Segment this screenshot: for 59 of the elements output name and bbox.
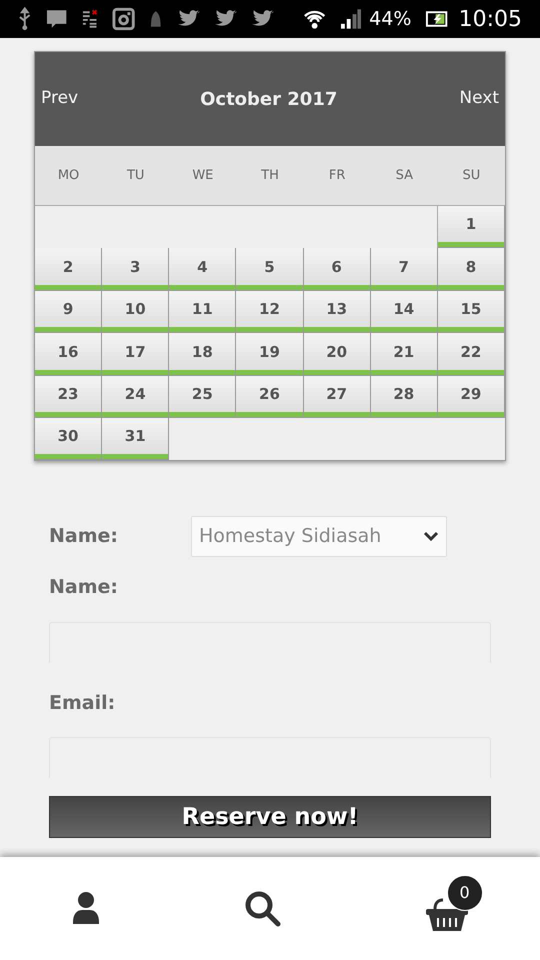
search-icon[interactable] [244, 890, 282, 928]
day-cell[interactable]: 4 [169, 248, 236, 291]
day-cell[interactable]: 15 [438, 290, 505, 334]
day-cell[interactable]: 17 [102, 333, 170, 376]
clock-time: 10:05 [458, 6, 522, 34]
reserve-button[interactable]: Reserve now! [49, 796, 491, 838]
day-cell[interactable]: 31 [102, 418, 170, 460]
day-cell[interactable]: 13 [304, 290, 371, 334]
signal-icon [340, 9, 362, 29]
user-icon[interactable] [71, 892, 102, 926]
day-cell[interactable]: 29 [438, 376, 505, 418]
prev-link[interactable]: Prev [41, 86, 78, 112]
day-cell[interactable]: 7 [370, 248, 438, 291]
weekday-label: SA [394, 166, 414, 185]
day-cell[interactable]: 26 [236, 376, 304, 418]
day-cell[interactable]: 12 [236, 290, 304, 334]
weekday-label: TU [126, 166, 146, 185]
field-label: Name: [49, 524, 120, 550]
wifi-icon [302, 8, 326, 30]
weekday-label: MO [56, 166, 80, 185]
field-label: Email: [49, 690, 116, 716]
weekday-label: TH [260, 166, 280, 185]
weekday-label: SU [462, 166, 482, 185]
day-cell[interactable]: 3 [102, 248, 170, 291]
day-cell[interactable]: 8 [438, 248, 505, 291]
day-cell[interactable]: 19 [236, 333, 304, 376]
battery-percentage: 44% [369, 6, 412, 32]
day-cell[interactable]: 16 [35, 333, 102, 376]
day-cell[interactable]: 20 [304, 333, 371, 376]
field-label: Name: [49, 575, 120, 600]
camera-icon [112, 7, 136, 31]
day-cell[interactable]: 14 [370, 290, 438, 334]
battery-charging-icon [425, 10, 449, 28]
list-icon [80, 9, 98, 29]
chevron-down-icon [423, 531, 439, 542]
day-cell[interactable]: 23 [35, 376, 102, 418]
day-cell[interactable]: 22 [438, 333, 505, 376]
next-link[interactable]: Next [459, 86, 499, 112]
day-cell[interactable]: 25 [169, 376, 236, 418]
weekday-label: FR [328, 166, 346, 185]
weekday-label: WE [191, 166, 214, 185]
month-title: October 2017 [200, 88, 338, 112]
day-cell[interactable]: 11 [169, 290, 236, 334]
day-cell[interactable]: 9 [35, 290, 102, 334]
property-select[interactable]: Homestay Sidiasah [191, 516, 447, 557]
day-cell[interactable]: 18 [169, 333, 236, 376]
day-cell[interactable]: 2 [35, 248, 102, 291]
day-cell[interactable]: 30 [35, 418, 102, 460]
day-cell[interactable]: 24 [102, 376, 170, 418]
cart-count-badge: 0 [446, 874, 483, 910]
message-icon [46, 9, 67, 29]
day-cell[interactable]: 5 [236, 248, 304, 291]
day-cell[interactable]: 28 [370, 376, 438, 418]
usb-icon [18, 7, 32, 31]
day-cell[interactable]: 10 [102, 290, 170, 334]
day-cell[interactable]: 6 [304, 248, 371, 291]
day-cell[interactable]: 1 [438, 206, 505, 248]
day-cell[interactable]: 21 [370, 333, 438, 376]
day-cell[interactable]: 27 [304, 376, 371, 418]
